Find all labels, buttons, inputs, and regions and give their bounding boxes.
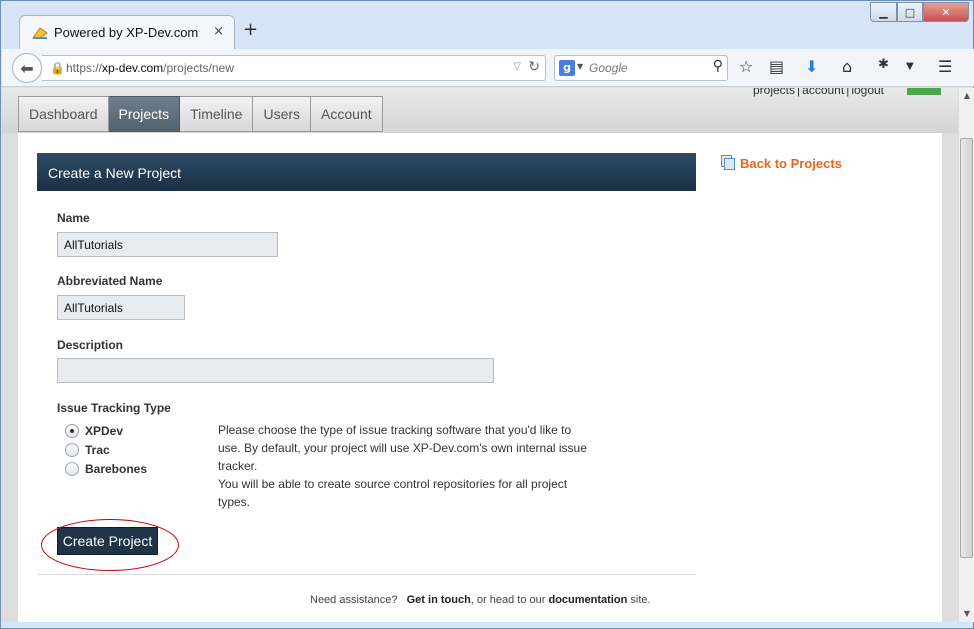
back-to-projects-link[interactable]: Back to Projects <box>721 155 842 171</box>
new-project-panel: Create a New Project Name AllTutorials A… <box>37 153 696 575</box>
google-engine-icon[interactable]: g <box>559 60 575 76</box>
title-bar: Powered by XP-Dev.com × + ▁ □ ✕ <box>1 1 973 49</box>
top-link-logout[interactable]: logout <box>851 88 884 97</box>
menu-icon[interactable]: ☰ <box>938 57 952 76</box>
search-bar[interactable]: g ▼ Google ⚲ <box>554 55 728 81</box>
issue-tracking-label: Issue Tracking Type <box>57 401 171 415</box>
help-paragraph-1: Please choose the type of issue tracking… <box>218 423 587 473</box>
tab-title: Powered by XP-Dev.com <box>54 25 199 40</box>
panel-title: Create a New Project <box>37 153 696 191</box>
scroll-down-icon[interactable]: ▼ <box>959 606 974 622</box>
page-viewport: projects | account | logout Dashboard Projec… <box>2 88 958 622</box>
top-link-projects[interactable]: projects <box>753 88 795 97</box>
tab-projects[interactable]: Projects <box>108 96 181 132</box>
page-content: Create a New Project Name AllTutorials A… <box>18 133 942 622</box>
annotation-circle <box>41 519 179 571</box>
browser-tab[interactable]: Powered by XP-Dev.com × <box>19 15 235 49</box>
radio-option-barebones[interactable]: Barebones <box>65 462 147 476</box>
addon-icon[interactable]: ✱ <box>878 57 889 72</box>
url-bar[interactable]: 🔒 https://xp-dev.com/projects/new ▽ ↻ <box>42 55 546 81</box>
back-arrow-icon: ⬅ <box>20 58 34 78</box>
lock-icon: 🔒 <box>50 61 65 75</box>
reload-icon[interactable]: ↻ <box>528 59 540 75</box>
page-scrollbar[interactable]: ▲ ▼ <box>958 88 974 622</box>
description-label: Description <box>57 338 124 352</box>
radio-trac[interactable] <box>65 443 79 457</box>
abbreviated-name-field[interactable]: AllTutorials <box>57 295 185 320</box>
engine-dropdown-icon[interactable]: ▼ <box>577 62 583 71</box>
search-icon[interactable]: ⚲ <box>713 58 723 74</box>
radio-barebones[interactable] <box>65 462 79 476</box>
tracking-help-text: Please choose the type of issue tracking… <box>218 421 588 511</box>
radio-xpdev[interactable] <box>65 424 79 438</box>
help-paragraph-2: You will be able to create source contro… <box>218 477 568 509</box>
footer-suffix: site. <box>630 594 651 606</box>
close-window-button[interactable]: ✕ <box>923 2 969 22</box>
home-icon[interactable]: ⌂ <box>842 57 852 76</box>
footer-prefix: Need assistance? <box>310 594 398 606</box>
name-field[interactable]: AllTutorials <box>57 232 278 257</box>
radio-label-trac: Trac <box>85 443 110 457</box>
radio-option-trac[interactable]: Trac <box>65 443 110 457</box>
search-placeholder: Google <box>589 61 628 75</box>
footer-middle: , or head to our <box>470 594 546 606</box>
url-dropdown-icon[interactable]: ▽ <box>513 61 521 72</box>
minimize-button[interactable]: ▁ <box>870 2 897 22</box>
tab-timeline[interactable]: Timeline <box>180 96 254 132</box>
name-label: Name <box>57 211 90 225</box>
scroll-thumb[interactable] <box>960 138 973 558</box>
get-in-touch-link[interactable]: Get in touch <box>407 594 471 606</box>
url-text: https://xp-dev.com/projects/new <box>66 61 234 75</box>
window-controls: ▁ □ ✕ <box>870 2 969 22</box>
downloads-icon[interactable]: ⬇ <box>805 57 818 76</box>
copy-pages-icon <box>721 155 737 171</box>
site-nav: Dashboard Projects Timeline Users Accoun… <box>18 96 383 132</box>
top-link-account[interactable]: account <box>802 88 844 97</box>
tab-close-icon[interactable]: × <box>213 24 224 39</box>
documentation-link[interactable]: documentation <box>548 594 627 606</box>
top-links: projects | account | logout <box>751 88 886 97</box>
navigation-toolbar: 🔒 https://xp-dev.com/projects/new ▽ ↻ ⬅ … <box>2 49 974 87</box>
maximize-button[interactable]: □ <box>897 2 923 22</box>
browser-window: Powered by XP-Dev.com × + ▁ □ ✕ 🔒 https:… <box>0 0 974 629</box>
bookmark-star-icon[interactable]: ☆ <box>739 57 753 76</box>
radio-option-xpdev[interactable]: XPDev <box>65 424 123 438</box>
back-to-projects-label: Back to Projects <box>740 155 842 171</box>
radio-label-barebones: Barebones <box>85 462 148 476</box>
reading-list-icon[interactable]: ▤ <box>769 57 784 76</box>
radio-label-xpdev: XPDev <box>85 424 124 438</box>
status-badge <box>907 88 941 95</box>
addon-dropdown-icon[interactable]: ▼ <box>906 61 914 72</box>
description-field[interactable] <box>57 358 494 383</box>
back-button[interactable]: ⬅ <box>12 53 42 83</box>
new-tab-button[interactable]: + <box>243 19 258 40</box>
tab-dashboard[interactable]: Dashboard <box>18 96 109 132</box>
footer: Need assistance? Get in touch, or head t… <box>310 594 651 606</box>
xpdev-favicon-icon <box>32 27 48 39</box>
scroll-up-icon[interactable]: ▲ <box>959 88 974 104</box>
tab-users[interactable]: Users <box>253 96 312 132</box>
abbreviated-name-label: Abbreviated Name <box>57 274 163 288</box>
tab-account[interactable]: Account <box>311 96 383 132</box>
